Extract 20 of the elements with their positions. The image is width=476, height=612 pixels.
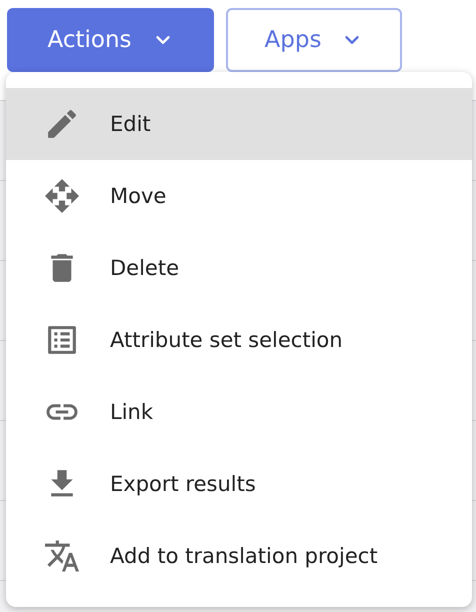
menu-item-label: Move [110, 184, 166, 208]
menu-item[interactable]: Delete [6, 232, 472, 304]
menu-item-label: Add to translation project [110, 544, 378, 568]
menu-item[interactable]: Edit [6, 88, 472, 160]
dropdown-button[interactable]: Apps [226, 8, 402, 72]
translate-icon [45, 539, 79, 573]
menu-item-label: Edit [110, 112, 151, 136]
move-arrows-icon [45, 179, 79, 213]
menu-item-label: Export results [110, 472, 256, 496]
dropdown-button[interactable]: Actions [7, 8, 214, 72]
pencil-icon [45, 107, 79, 141]
menu-item[interactable]: Attribute set selection [6, 304, 472, 376]
menu-item[interactable]: Export results [6, 448, 472, 520]
list-icon [45, 323, 79, 357]
menu-item[interactable]: Add to translation project [6, 520, 472, 592]
menu-item-label: Link [110, 400, 154, 424]
menu-item-label: Attribute set selection [110, 328, 343, 352]
menu-item[interactable]: Link [6, 376, 472, 448]
menu-item[interactable]: Move [6, 160, 472, 232]
menu-item-label: Delete [110, 256, 179, 280]
